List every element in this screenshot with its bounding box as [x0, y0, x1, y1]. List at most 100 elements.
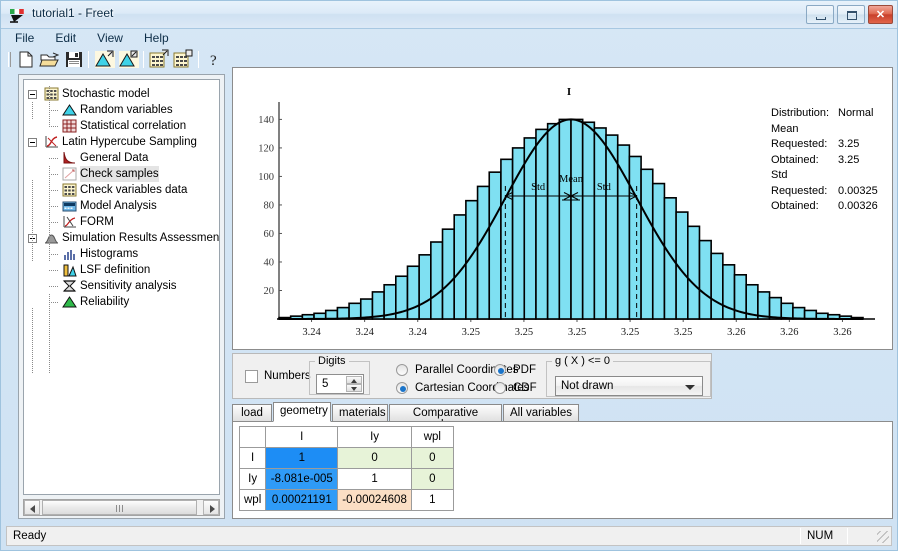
- info-key: Std: [771, 169, 788, 181]
- tree-item-lsf-definition[interactable]: LSF definition: [24, 262, 219, 278]
- info-key: Distribution:: [771, 107, 830, 119]
- maximize-button[interactable]: [837, 5, 865, 24]
- tree-item-label: FORM: [80, 216, 114, 228]
- tree-connector-line: [49, 190, 59, 191]
- table-row[interactable]: I100: [238, 447, 454, 469]
- tree-item-reliability[interactable]: Reliability: [24, 294, 219, 310]
- row-header-wpl[interactable]: wpl: [238, 489, 267, 511]
- svg-text:3.25: 3.25: [674, 327, 692, 338]
- svg-text:140: 140: [258, 115, 274, 126]
- tree-item-model-analysis[interactable]: Model Analysis: [24, 198, 219, 214]
- tree-collapse-icon[interactable]: [28, 90, 37, 99]
- digits-stepper[interactable]: [346, 376, 362, 392]
- close-button[interactable]: ✕: [868, 5, 893, 24]
- menu-view[interactable]: View: [88, 29, 132, 47]
- tree-item-statistical-correlation[interactable]: Statistical correlation: [24, 118, 219, 134]
- toolbar-grip[interactable]: [8, 52, 11, 67]
- tab-comparative-values[interactable]: Comparative values: [389, 404, 502, 431]
- tree-connector-line: [49, 286, 59, 287]
- tree-collapse-icon[interactable]: [28, 138, 37, 147]
- red-chart-icon: [44, 135, 59, 149]
- tree-item-check-variables-data[interactable]: Check variables data: [24, 182, 219, 198]
- column-header-wpl[interactable]: wpl: [410, 426, 454, 448]
- digits-increment-icon[interactable]: [346, 376, 362, 384]
- tree-item-random-variables[interactable]: Random variables: [24, 102, 219, 118]
- tree-item-histograms[interactable]: Histograms: [24, 246, 219, 262]
- tree-horizontal-scrollbar[interactable]: [23, 499, 220, 516]
- table-cell[interactable]: 0: [410, 447, 454, 469]
- tab-geometry[interactable]: geometry: [273, 402, 331, 422]
- correlation-matrix-table[interactable]: I Iy wpl I 1 0 0 Iy -8.081e-005 1 0 wpl 0.0002119…: [238, 426, 454, 511]
- tab-materials[interactable]: materials: [332, 404, 388, 422]
- table-cell[interactable]: 1: [265, 447, 339, 469]
- svg-text:120: 120: [258, 143, 274, 154]
- tree-connector-line: [32, 308, 33, 374]
- table-cell[interactable]: 0.00021191: [265, 489, 339, 511]
- cdf-radio[interactable]: [494, 382, 506, 394]
- histogram-chart-panel[interactable]: I 20 40 60 80 100 120 140 3.24 3.24 3.24 3.25 3.25 3.…: [232, 67, 893, 350]
- tree-item-label: Reliability: [80, 296, 130, 308]
- tree-item-label: Random variables: [80, 104, 173, 116]
- info-row: Requested: 3.25: [771, 137, 891, 153]
- menu-bar: File Edit View Help: [6, 29, 892, 47]
- tree-connector-line: [49, 126, 59, 127]
- scroll-right-arrow-icon[interactable]: [203, 500, 219, 515]
- gx-dropdown-value: Not drawn: [561, 380, 614, 392]
- tree-item-stochastic-model[interactable]: Stochastic model: [24, 86, 219, 102]
- table-cell[interactable]: 0: [410, 468, 454, 490]
- tab-load[interactable]: load: [232, 404, 272, 422]
- cartesian-coordinates-radio[interactable]: [396, 382, 408, 394]
- svg-text:?: ?: [210, 53, 217, 69]
- save-button[interactable]: [63, 49, 85, 70]
- column-header-I[interactable]: I: [265, 426, 339, 448]
- tree-item-label: Statistical correlation: [80, 120, 187, 132]
- scrollbar-thumb[interactable]: [42, 500, 197, 515]
- table-cell[interactable]: 0: [337, 447, 412, 469]
- variables-data-alt-button[interactable]: [173, 49, 195, 70]
- pdf-radio[interactable]: [494, 364, 506, 376]
- scatter-line-icon: [62, 167, 77, 181]
- svg-text:3.26: 3.26: [780, 327, 798, 338]
- table-row[interactable]: wpl 0.00021191 -0.00024608 1: [238, 489, 454, 511]
- numbers-checkbox[interactable]: [245, 370, 258, 383]
- open-folder-button[interactable]: [39, 49, 61, 70]
- navigation-tree[interactable]: Stochastic model Random variables Statist…: [23, 79, 220, 495]
- variables-data-button[interactable]: [149, 49, 171, 70]
- parallel-coordinates-radio[interactable]: [396, 364, 408, 376]
- tree-item-general-data[interactable]: General Data: [24, 150, 219, 166]
- minimize-button[interactable]: [806, 5, 834, 24]
- scroll-left-arrow-icon[interactable]: [24, 500, 40, 515]
- help-button[interactable]: ?: [204, 49, 226, 70]
- tree-item-form[interactable]: FORM: [24, 214, 219, 230]
- tab-all-variables[interactable]: All variables: [503, 404, 579, 422]
- svg-text:20: 20: [264, 286, 275, 297]
- tree-item-simulation-results-assessment[interactable]: Simulation Results Assessment: [24, 230, 219, 246]
- tree-item-latin-hypercube-sampling[interactable]: Latin Hypercube Sampling: [24, 134, 219, 150]
- menu-edit[interactable]: Edit: [46, 29, 85, 47]
- statistical-correlation-button[interactable]: [118, 49, 140, 70]
- svg-text:3.24: 3.24: [302, 327, 321, 338]
- column-header-Iy[interactable]: Iy: [337, 426, 412, 448]
- tree-item-sensitivity-analysis[interactable]: Sensitivity analysis: [24, 278, 219, 294]
- info-key: Requested:: [771, 184, 828, 197]
- row-header-Iy[interactable]: Iy: [238, 468, 267, 490]
- resize-grip-icon[interactable]: [877, 531, 889, 543]
- table-cell[interactable]: -0.00024608: [337, 489, 412, 511]
- new-document-button[interactable]: [15, 49, 37, 70]
- table-row[interactable]: Iy -8.081e-005 1 0: [238, 468, 454, 490]
- digits-input[interactable]: 5: [316, 374, 364, 394]
- grid-yellow-icon: [62, 183, 77, 197]
- table-cell[interactable]: 1: [337, 468, 412, 490]
- menu-file[interactable]: File: [6, 29, 43, 47]
- gx-dropdown[interactable]: Not drawn: [555, 376, 703, 396]
- row-header-I[interactable]: I: [238, 447, 267, 469]
- table-cell[interactable]: -8.081e-005: [265, 468, 339, 490]
- menu-help[interactable]: Help: [135, 29, 178, 47]
- tree-item-check-samples[interactable]: Check samples: [24, 166, 219, 182]
- tree-item-label: Simulation Results Assessment: [62, 232, 220, 244]
- random-variables-button[interactable]: [94, 49, 116, 70]
- navigation-tree-panel: Stochastic model Random variables Statist…: [18, 74, 225, 519]
- info-key: Mean: [771, 122, 799, 135]
- table-cell[interactable]: 1: [410, 489, 454, 511]
- digits-decrement-icon[interactable]: [346, 384, 362, 392]
